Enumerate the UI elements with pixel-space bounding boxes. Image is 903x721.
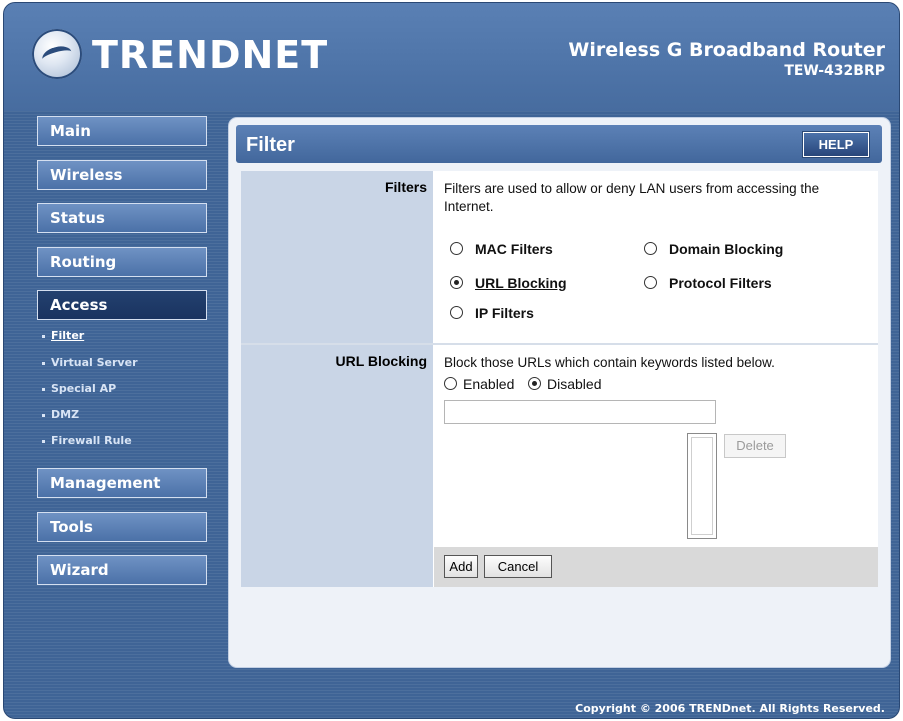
filters-value-cell: Filters are used to allow or deny LAN us… xyxy=(434,171,878,343)
nav-sub-dmz-label: DMZ xyxy=(51,408,80,421)
radio-url-blocking-label: URL Blocking xyxy=(475,275,567,291)
router-frame: TRENDNET Wireless G Broadband Router TEW… xyxy=(3,2,900,719)
nav-sub-firewall-rule-label: Firewall Rule xyxy=(51,434,132,447)
radio-domain-blocking[interactable]: Domain Blocking xyxy=(644,241,783,257)
url-blocking-value-cell: Block those URLs which contain keywords … xyxy=(434,345,878,547)
nav-wizard[interactable]: Wizard xyxy=(37,555,207,585)
radio-mac-filters-label: MAC Filters xyxy=(475,241,553,257)
url-blocking-label-cell: URL Blocking xyxy=(241,345,434,547)
nav-sub-special-ap-label: Special AP xyxy=(51,382,117,395)
help-button[interactable]: HELP xyxy=(803,132,869,157)
radio-enabled-label: Enabled xyxy=(463,376,515,392)
radio-ip-filters-label: IP Filters xyxy=(475,305,534,321)
keyword-input[interactable] xyxy=(444,400,716,424)
nav-sub-virtual-server-label: Virtual Server xyxy=(51,356,138,369)
keyword-list[interactable] xyxy=(687,433,717,539)
url-blocking-label: URL Blocking xyxy=(335,353,427,369)
bullet-icon xyxy=(42,439,45,443)
header: TRENDNET Wireless G Broadband Router TEW… xyxy=(4,3,899,111)
url-blocking-description: Block those URLs which contain keywords … xyxy=(444,355,775,370)
radio-mac-filters[interactable]: MAC Filters xyxy=(450,241,553,257)
delete-button[interactable]: Delete xyxy=(724,434,786,458)
radio-selected-icon xyxy=(450,276,463,289)
radio-disabled-label: Disabled xyxy=(547,376,602,392)
filters-label-cell: Filters xyxy=(241,171,434,343)
add-button[interactable]: Add xyxy=(444,555,478,578)
nav-tools[interactable]: Tools xyxy=(37,512,207,542)
cancel-button[interactable]: Cancel xyxy=(484,555,552,578)
nav-status[interactable]: Status xyxy=(37,203,207,233)
radio-protocol-filters[interactable]: Protocol Filters xyxy=(644,275,772,291)
nav-main[interactable]: Main xyxy=(37,116,207,146)
filters-label: Filters xyxy=(384,179,427,195)
nav-sub-firewall-rule[interactable]: Firewall Rule xyxy=(42,434,132,447)
radio-ip-filters[interactable]: IP Filters xyxy=(450,305,534,321)
keyword-list-inner xyxy=(691,437,713,535)
bullet-icon xyxy=(42,387,45,391)
radio-circle-icon xyxy=(450,306,463,319)
copyright-text: Copyright © 2006 TRENDnet. All Rights Re… xyxy=(575,702,885,715)
title-bar: Filter HELP xyxy=(236,125,882,163)
actions-row: Add Cancel xyxy=(241,547,878,587)
filters-description: Filters are used to allow or deny LAN us… xyxy=(444,181,820,214)
radio-protocol-filters-label: Protocol Filters xyxy=(669,275,772,291)
brand-name: TRENDNET xyxy=(92,33,329,77)
nav-sub-filter[interactable]: Filter xyxy=(42,329,84,342)
nav-sub-virtual-server[interactable]: Virtual Server xyxy=(42,356,138,369)
radio-url-blocking[interactable]: URL Blocking xyxy=(450,275,567,291)
bullet-icon xyxy=(42,361,45,365)
radio-domain-blocking-label: Domain Blocking xyxy=(669,241,784,257)
radio-enabled[interactable]: Enabled xyxy=(444,376,514,392)
bullet-icon xyxy=(42,334,45,338)
radio-circle-icon xyxy=(450,242,463,255)
nav-wireless[interactable]: Wireless xyxy=(37,160,207,190)
nav-access[interactable]: Access xyxy=(37,290,207,320)
page-title: Filter xyxy=(246,134,295,156)
nav-management[interactable]: Management xyxy=(37,468,207,498)
filters-row: Filters Filters are used to allow or den… xyxy=(241,171,878,345)
radio-circle-icon xyxy=(444,377,457,390)
nav-sub-special-ap[interactable]: Special AP xyxy=(42,382,116,395)
model-number: TEW-432BRP xyxy=(784,63,885,79)
actions-label-cell xyxy=(241,547,434,587)
nav-sub-dmz[interactable]: DMZ xyxy=(42,408,79,421)
radio-selected-icon xyxy=(528,377,541,390)
bullet-icon xyxy=(42,413,45,417)
actions-value-cell: Add Cancel xyxy=(434,547,878,587)
url-blocking-row: URL Blocking Block those URLs which cont… xyxy=(241,345,878,547)
product-name: Wireless G Broadband Router xyxy=(568,39,885,61)
nav-routing[interactable]: Routing xyxy=(37,247,207,277)
radio-disabled[interactable]: Disabled xyxy=(528,376,601,392)
nav-sub-filter-label: Filter xyxy=(51,329,85,342)
radio-circle-icon xyxy=(644,242,657,255)
radio-circle-icon xyxy=(644,276,657,289)
